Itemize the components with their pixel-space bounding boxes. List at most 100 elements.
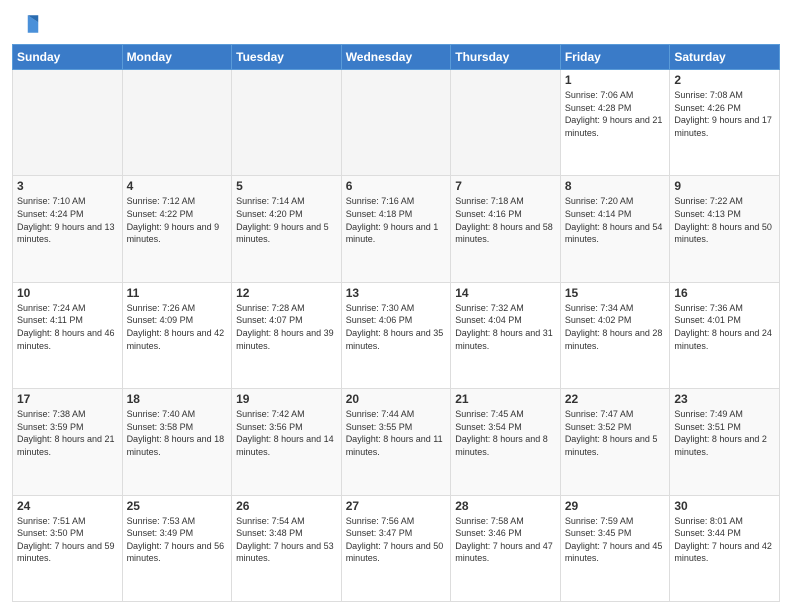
day-number: 23 [674,392,775,406]
day-info: Sunrise: 7:45 AMSunset: 3:54 PMDaylight:… [455,408,556,458]
day-number: 11 [127,286,228,300]
calendar-cell: 29 Sunrise: 7:59 AMSunset: 3:45 PMDayligh… [560,495,670,601]
calendar-week-1: 3 Sunrise: 7:10 AMSunset: 4:24 PMDaylight… [13,176,780,282]
calendar-cell [232,70,342,176]
calendar-cell: 10 Sunrise: 7:24 AMSunset: 4:11 PMDayligh… [13,282,123,388]
calendar-cell: 14 Sunrise: 7:32 AMSunset: 4:04 PMDayligh… [451,282,561,388]
logo [12,10,44,38]
calendar-cell: 7 Sunrise: 7:18 AMSunset: 4:16 PMDaylight… [451,176,561,282]
day-number: 29 [565,499,666,513]
calendar-cell: 26 Sunrise: 7:54 AMSunset: 3:48 PMDayligh… [232,495,342,601]
calendar-week-4: 24Sunrise: 7:51 AMSunset: 3:50 PMDayligh… [13,495,780,601]
day-number: 8 [565,179,666,193]
day-info: Sunrise: 7:22 AMSunset: 4:13 PMDaylight:… [674,195,775,245]
day-info: Sunrise: 7:06 AMSunset: 4:28 PMDaylight:… [565,89,666,139]
day-number: 30 [674,499,775,513]
day-number: 12 [236,286,337,300]
calendar-cell: 6 Sunrise: 7:16 AMSunset: 4:18 PMDaylight… [341,176,451,282]
calendar-cell: 18Sunrise: 7:40 AMSunset: 3:58 PMDayligh… [122,389,232,495]
day-info: Sunrise: 7:28 AMSunset: 4:07 PMDaylight:… [236,302,337,352]
day-number: 15 [565,286,666,300]
day-number: 26 [236,499,337,513]
day-info: Sunrise: 7:49 AMSunset: 3:51 PMDaylight:… [674,408,775,458]
day-header-saturday: Saturday [670,45,780,70]
day-info: Sunrise: 7:40 AMSunset: 3:58 PMDaylight:… [127,408,228,458]
calendar-week-0: 1 Sunrise: 7:06 AMSunset: 4:28 PMDaylight… [13,70,780,176]
day-number: 1 [565,73,666,87]
calendar-cell: 24Sunrise: 7:51 AMSunset: 3:50 PMDayligh… [13,495,123,601]
day-number: 3 [17,179,118,193]
day-header-sunday: Sunday [13,45,123,70]
calendar-cell: 21Sunrise: 7:45 AMSunset: 3:54 PMDayligh… [451,389,561,495]
calendar-cell: 30 Sunrise: 8:01 AMSunset: 3:44 PMDayligh… [670,495,780,601]
day-info: Sunrise: 7:10 AMSunset: 4:24 PMDaylight:… [17,195,118,245]
day-info: Sunrise: 7:30 AMSunset: 4:06 PMDaylight:… [346,302,447,352]
day-header-wednesday: Wednesday [341,45,451,70]
day-number: 22 [565,392,666,406]
day-info: Sunrise: 7:44 AMSunset: 3:55 PMDaylight:… [346,408,447,458]
day-number: 7 [455,179,556,193]
day-number: 20 [346,392,447,406]
day-info: Sunrise: 7:38 AMSunset: 3:59 PMDaylight:… [17,408,118,458]
calendar-cell: 22 Sunrise: 7:47 AMSunset: 3:52 PMDayligh… [560,389,670,495]
day-info: Sunrise: 7:20 AMSunset: 4:14 PMDaylight:… [565,195,666,245]
day-number: 2 [674,73,775,87]
logo-icon [12,10,40,38]
day-info: Sunrise: 7:18 AMSunset: 4:16 PMDaylight:… [455,195,556,245]
day-info: Sunrise: 7:58 AMSunset: 3:46 PMDaylight:… [455,515,556,565]
calendar-cell: 9Sunrise: 7:22 AMSunset: 4:13 PMDaylight… [670,176,780,282]
calendar-cell: 8 Sunrise: 7:20 AMSunset: 4:14 PMDaylight… [560,176,670,282]
calendar-week-2: 10 Sunrise: 7:24 AMSunset: 4:11 PMDayligh… [13,282,780,388]
day-info: Sunrise: 7:34 AMSunset: 4:02 PMDaylight:… [565,302,666,352]
day-info: Sunrise: 7:54 AMSunset: 3:48 PMDaylight:… [236,515,337,565]
header [12,10,780,38]
day-info: Sunrise: 7:16 AMSunset: 4:18 PMDaylight:… [346,195,447,245]
day-number: 24 [17,499,118,513]
day-info: Sunrise: 7:56 AMSunset: 3:47 PMDaylight:… [346,515,447,565]
day-info: Sunrise: 7:59 AMSunset: 3:45 PMDaylight:… [565,515,666,565]
calendar-cell: 1 Sunrise: 7:06 AMSunset: 4:28 PMDaylight… [560,70,670,176]
day-info: Sunrise: 7:32 AMSunset: 4:04 PMDaylight:… [455,302,556,352]
calendar-cell: 23 Sunrise: 7:49 AMSunset: 3:51 PMDayligh… [670,389,780,495]
calendar-cell [451,70,561,176]
calendar-cell: 5 Sunrise: 7:14 AMSunset: 4:20 PMDaylight… [232,176,342,282]
day-info: Sunrise: 7:26 AMSunset: 4:09 PMDaylight:… [127,302,228,352]
day-info: Sunrise: 7:14 AMSunset: 4:20 PMDaylight:… [236,195,337,245]
day-header-monday: Monday [122,45,232,70]
day-header-friday: Friday [560,45,670,70]
calendar-cell: 27 Sunrise: 7:56 AMSunset: 3:47 PMDayligh… [341,495,451,601]
calendar-cell: 17 Sunrise: 7:38 AMSunset: 3:59 PMDayligh… [13,389,123,495]
day-number: 16 [674,286,775,300]
day-number: 4 [127,179,228,193]
calendar-cell: 20 Sunrise: 7:44 AMSunset: 3:55 PMDayligh… [341,389,451,495]
day-info: Sunrise: 7:47 AMSunset: 3:52 PMDaylight:… [565,408,666,458]
day-number: 17 [17,392,118,406]
day-number: 14 [455,286,556,300]
day-info: Sunrise: 8:01 AMSunset: 3:44 PMDaylight:… [674,515,775,565]
day-info: Sunrise: 7:12 AMSunset: 4:22 PMDaylight:… [127,195,228,245]
day-number: 5 [236,179,337,193]
day-number: 10 [17,286,118,300]
calendar-cell: 15 Sunrise: 7:34 AMSunset: 4:02 PMDayligh… [560,282,670,388]
day-number: 25 [127,499,228,513]
day-header-tuesday: Tuesday [232,45,342,70]
day-info: Sunrise: 7:53 AMSunset: 3:49 PMDaylight:… [127,515,228,565]
day-header-thursday: Thursday [451,45,561,70]
calendar-cell: 19 Sunrise: 7:42 AMSunset: 3:56 PMDayligh… [232,389,342,495]
calendar-cell: 16 Sunrise: 7:36 AMSunset: 4:01 PMDayligh… [670,282,780,388]
calendar-cell: 3 Sunrise: 7:10 AMSunset: 4:24 PMDaylight… [13,176,123,282]
day-number: 6 [346,179,447,193]
calendar-cell: 28Sunrise: 7:58 AMSunset: 3:46 PMDayligh… [451,495,561,601]
day-info: Sunrise: 7:42 AMSunset: 3:56 PMDaylight:… [236,408,337,458]
day-info: Sunrise: 7:36 AMSunset: 4:01 PMDaylight:… [674,302,775,352]
calendar-cell [13,70,123,176]
day-info: Sunrise: 7:24 AMSunset: 4:11 PMDaylight:… [17,302,118,352]
day-number: 27 [346,499,447,513]
day-number: 13 [346,286,447,300]
day-number: 19 [236,392,337,406]
calendar-cell: 11 Sunrise: 7:26 AMSunset: 4:09 PMDayligh… [122,282,232,388]
calendar-week-3: 17 Sunrise: 7:38 AMSunset: 3:59 PMDayligh… [13,389,780,495]
calendar-table: SundayMondayTuesdayWednesdayThursdayFrid… [12,44,780,602]
calendar-cell: 13 Sunrise: 7:30 AMSunset: 4:06 PMDayligh… [341,282,451,388]
page: SundayMondayTuesdayWednesdayThursdayFrid… [0,0,792,612]
